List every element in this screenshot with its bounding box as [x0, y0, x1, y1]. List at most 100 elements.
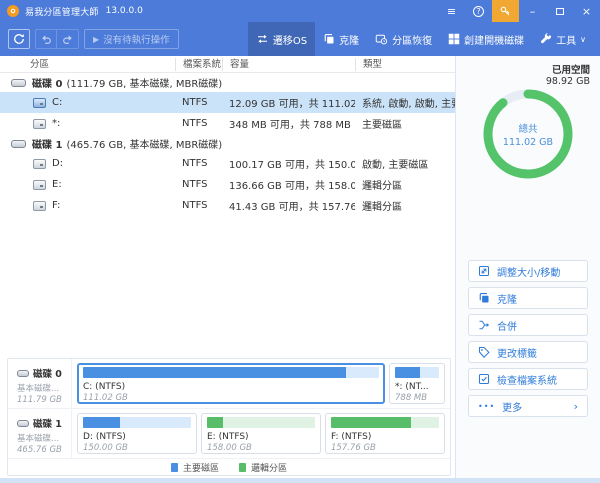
usage-chart: 已用空間 98.92 GB 總共 111.02 GB — [456, 56, 600, 202]
clone-icon — [478, 292, 490, 304]
change-label-button[interactable]: 更改標籤 — [468, 341, 588, 363]
action-label: 檢查檔案系統 — [497, 372, 557, 387]
disk-icon — [11, 140, 26, 148]
tab-label: 創建開機磁碟 — [464, 32, 524, 47]
disk-1-label[interactable]: 磁碟 1 基本磁碟... 465.76 GB — [8, 409, 72, 458]
close-button[interactable]: × — [573, 0, 600, 22]
drive-icon — [33, 201, 46, 211]
disk-0-label[interactable]: 磁碟 0 基本磁碟... 111.79 GB — [8, 359, 72, 408]
table-header: 分區 檔案系統 容量 類型 — [0, 56, 455, 73]
map-partition-d[interactable]: D: (NTFS) 150.00 GB — [77, 413, 197, 454]
disk-name: 磁碟 0 — [32, 75, 62, 90]
play-icon: ▶ — [93, 35, 99, 44]
tab-tools[interactable]: 工具 ∨ — [532, 22, 594, 56]
sidebar: 已用空間 98.92 GB 總共 111.02 GB 調整大小/移動 — [455, 56, 600, 483]
disk-1-row[interactable]: 磁碟 1 (465.76 GB, 基本磁碟, MBR磁碟) — [0, 134, 455, 153]
map-partition-e[interactable]: E: (NTFS) 158.00 GB — [201, 413, 321, 454]
partition-row-e[interactable]: E: NTFS 136.66 GB 可用，共 158.00 GB 邏輯分區 — [0, 174, 455, 195]
window-title: 易我分區管理大師 — [25, 5, 99, 18]
titlebar: 易我分區管理大師 13.0.0.0 ≡ ? – × — [0, 0, 600, 22]
tab-create-bootable-disk[interactable]: 創建開機磁碟 — [440, 22, 532, 56]
tab-clone[interactable]: 克隆 — [315, 22, 367, 56]
partition-row-f[interactable]: F: NTFS 41.43 GB 可用，共 157.76 GB 邏輯分區 — [0, 195, 455, 216]
partition-type: 主要磁區 — [355, 116, 455, 131]
map-partition-star[interactable]: *: (NT... 788 MB — [389, 363, 445, 404]
partition-name: *: — [52, 118, 60, 129]
legend-label: 主要磁區 — [183, 461, 219, 474]
activation-key-button[interactable] — [492, 0, 519, 22]
partition-type: 系統, 啟動, 啟動, 主要磁區 — [355, 95, 455, 110]
check-filesystem-button[interactable]: 檢查檔案系統 — [468, 368, 588, 390]
help-icon[interactable]: ? — [465, 0, 492, 22]
minimize-button[interactable]: – — [519, 0, 546, 22]
pending-operations-button[interactable]: ▶ 沒有待執行操作 — [84, 29, 179, 49]
tab-label: 分區恢復 — [392, 32, 432, 47]
partition-row-d[interactable]: D: NTFS 100.17 GB 可用，共 150.00 GB 啟動, 主要磁… — [0, 153, 455, 174]
partition-capacity: 41.43 GB 可用，共 157.76 GB — [222, 198, 355, 213]
map-partition-c[interactable]: C: (NTFS) 111.02 GB — [77, 363, 385, 404]
partition-type: 邏輯分區 — [355, 198, 455, 213]
tab-label: 遷移OS — [273, 32, 307, 47]
partition-type: 啟動, 主要磁區 — [355, 156, 455, 171]
action-label: 克隆 — [497, 291, 517, 306]
usage-bar — [83, 417, 120, 428]
tab-migrate-os[interactable]: 遷移OS — [248, 22, 315, 56]
drive-icon — [33, 180, 46, 190]
disk-detail: (111.79 GB, 基本磁碟, MBR磁碟) — [66, 75, 222, 90]
partition-fs: NTFS — [175, 158, 222, 169]
drive-icon — [33, 159, 46, 169]
partition-name: D: — [52, 158, 63, 169]
redo-icon — [62, 33, 74, 45]
legend-label: 邏輯分區 — [251, 461, 287, 474]
maximize-button[interactable] — [546, 0, 573, 22]
tab-partition-recovery[interactable]: 分區恢復 — [367, 22, 440, 56]
bottom-strip — [0, 478, 600, 483]
tab-label: 工具 — [556, 32, 576, 47]
refresh-button[interactable] — [8, 29, 30, 49]
toolbar-tabs: 遷移OS 克隆 分區恢復 — [248, 22, 594, 56]
partition-name: F: — [52, 200, 60, 211]
undo-icon — [40, 33, 52, 45]
check-square-icon — [478, 373, 490, 385]
app-window: 易我分區管理大師 13.0.0.0 ≡ ? – × — [0, 0, 600, 483]
disk-name: 磁碟 0 — [33, 366, 62, 380]
disk-name: 磁碟 1 — [32, 136, 62, 151]
disk-size: 465.76 GB — [17, 445, 71, 455]
map-partition-label: E: (NTFS) — [207, 432, 315, 442]
merge-button[interactable]: 合併 — [468, 314, 588, 336]
action-label: 合併 — [497, 318, 517, 333]
primary-swatch-icon — [171, 463, 178, 472]
map-partition-f[interactable]: F: (NTFS) 157.76 GB — [325, 413, 445, 454]
key-icon — [500, 6, 511, 17]
bootable-disk-icon — [448, 33, 460, 45]
header-filesystem: 檔案系統 — [175, 58, 222, 71]
redo-button[interactable] — [57, 29, 79, 49]
disk-size: 111.79 GB — [17, 395, 71, 405]
resize-move-button[interactable]: 調整大小/移動 — [468, 260, 588, 282]
more-button[interactable]: ••• 更多 › — [468, 395, 588, 417]
map-partition-size: 157.76 GB — [331, 443, 439, 453]
resize-move-icon — [478, 265, 490, 277]
menu-icon[interactable]: ≡ — [438, 0, 465, 22]
tag-icon — [478, 346, 490, 358]
refresh-icon — [13, 33, 25, 45]
chevron-right-icon: › — [574, 400, 578, 413]
partition-row-star[interactable]: *: NTFS 348 MB 可用，共 788 MB 主要磁區 — [0, 113, 455, 134]
undo-button[interactable] — [35, 29, 57, 49]
wrench-icon — [540, 33, 552, 45]
partition-row-c[interactable]: C: NTFS 12.09 GB 可用，共 111.02 GB 系統, 啟動, … — [0, 92, 455, 113]
clone-icon — [323, 33, 335, 45]
drive-icon — [33, 119, 46, 129]
clone-button[interactable]: 克隆 — [468, 287, 588, 309]
disk-icon — [11, 79, 26, 87]
partition-fs: NTFS — [175, 200, 222, 211]
disk-0-row[interactable]: 磁碟 0 (111.79 GB, 基本磁碟, MBR磁碟) — [0, 73, 455, 92]
map-partition-size: 788 MB — [395, 393, 439, 403]
partition-capacity: 12.09 GB 可用，共 111.02 GB — [222, 95, 355, 110]
legend-primary: 主要磁區 — [171, 461, 219, 474]
disk-0-band: 磁碟 0 基本磁碟... 111.79 GB C: (NTFS) 111.02 … — [8, 359, 450, 409]
migrate-os-icon — [256, 33, 269, 45]
pending-operations-label: 沒有待執行操作 — [103, 32, 170, 46]
partition-capacity: 100.17 GB 可用，共 150.00 GB — [222, 156, 355, 171]
action-label: 調整大小/移動 — [497, 264, 560, 279]
